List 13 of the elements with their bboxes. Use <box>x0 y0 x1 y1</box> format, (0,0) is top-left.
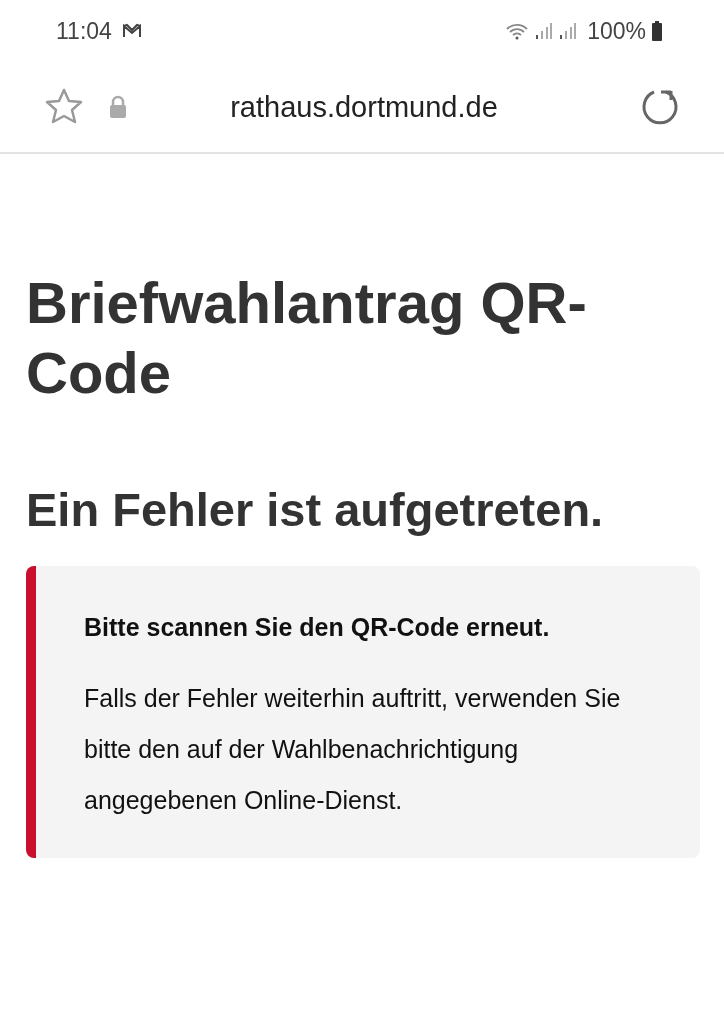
signal-icon <box>559 22 578 40</box>
page-title: Briefwahlantrag QR-Code <box>26 269 588 407</box>
status-time: 11:04 <box>56 17 112 45</box>
mail-icon <box>121 23 142 39</box>
alert-headline: Bitte scannen Sie den QR-Code erneut. <box>84 612 551 643</box>
alert-message: Falls der Fehler weiterhin auftritt, verwenden Sie bitte den auf der Wahlbenachrichtigung angegebenen Online-Dienst. <box>84 683 622 816</box>
battery-icon <box>652 21 662 41</box>
lock-icon <box>108 95 128 119</box>
battery-percentage: 100% <box>587 17 646 45</box>
error-heading: Ein Fehler ist aufgetreten. <box>26 482 605 538</box>
signal-icon <box>535 22 554 40</box>
url-text[interactable]: rathaus.dortmund.de <box>128 90 640 124</box>
wifi-icon <box>505 22 530 40</box>
